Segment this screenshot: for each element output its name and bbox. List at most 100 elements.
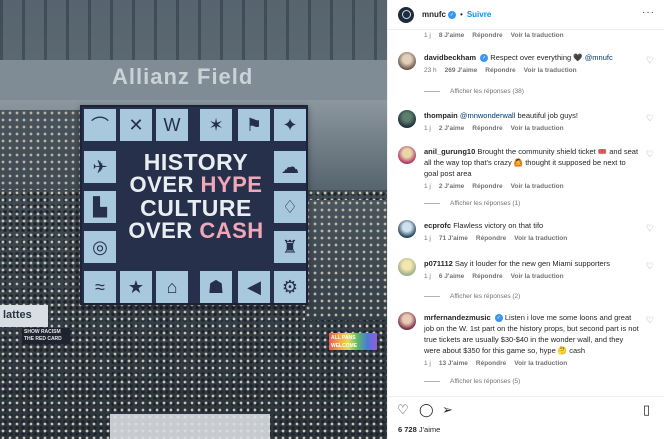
replies-line (424, 381, 440, 382)
reply-button[interactable]: Répondre (485, 67, 515, 74)
like-comment-heart-icon[interactable]: ♡ (646, 149, 654, 160)
reply-button[interactable]: Répondre (476, 235, 506, 242)
pride-sign: ALL PANS WELCOME (329, 333, 377, 350)
verified-badge-icon: ✓ (448, 10, 456, 19)
like-comment-heart-icon[interactable]: ♡ (646, 55, 654, 66)
commenter-username[interactable]: davidbeckham (424, 53, 476, 62)
commenter-username[interactable]: mrfernandezmusic (424, 313, 491, 322)
account-username[interactable]: mnufc (422, 10, 446, 19)
commenter-avatar[interactable] (398, 312, 416, 330)
more-options-icon[interactable]: ··· (642, 8, 655, 18)
reply-button[interactable]: Répondre (476, 360, 506, 367)
view-replies-link[interactable]: Afficher les réponses (2) (424, 293, 520, 300)
comment-likes[interactable]: 6 J'aime (439, 273, 464, 280)
comment-meta: 1 j 6 J'aime Répondre Voir la traduction (424, 273, 656, 280)
ring-tile: ◎ (84, 231, 116, 263)
comments-panel: mnufc ✓ • Suivre ··· 1 j 8 J'aime Répond… (387, 0, 664, 439)
comment-meta: 1 j 13 J'aime Répondre Voir la traductio… (424, 360, 656, 367)
crowd-right (305, 200, 387, 320)
cloud-tile: ☁ (274, 151, 306, 183)
comment-item: mrfernandezmusic ✓ Listen i love me some… (398, 312, 656, 367)
view-replies-link[interactable]: Afficher les réponses (38) (424, 88, 524, 95)
comments-list[interactable]: 1 j 8 J'aime Répondre Voir la traduction… (388, 30, 664, 388)
comment-text: davidbeckham ✓ Respect over everything 🖤… (424, 52, 640, 63)
comment-likes[interactable]: 2 J'aime (439, 125, 464, 132)
commenter-avatar[interactable] (398, 110, 416, 128)
commenter-avatar[interactable] (398, 52, 416, 70)
replies-line (424, 296, 440, 297)
post-photo: Allianz Field ⌒ ✕ W ✶ ⚑ ✦ ✈ ☁ ▙ ♢ ◎ ♜ ≈ … (0, 0, 387, 439)
verified-badge-icon: ✓ (494, 314, 503, 323)
comment-age: 1 j (424, 235, 431, 242)
translate-link[interactable]: Voir la traduction (524, 67, 577, 74)
commenter-avatar[interactable] (398, 258, 416, 276)
tifo-over-1: OVER (129, 172, 201, 198)
tifo-cash: CASH (199, 218, 264, 244)
comment-likes[interactable]: 13 J'aime (439, 360, 468, 367)
trophy-tile: ♜ (274, 231, 306, 263)
like-comment-heart-icon[interactable]: ♡ (646, 261, 654, 272)
tifo-history: HISTORY (143, 149, 249, 175)
reply-button[interactable]: Répondre (472, 32, 502, 39)
comment-body: Say it louder for the new gen Miami supp… (454, 259, 610, 268)
commenter-avatar[interactable] (398, 146, 416, 164)
view-replies-link[interactable]: Afficher les réponses (1) (424, 200, 520, 207)
star-ribbon-tile: ★ (120, 271, 152, 303)
post-viewer: Allianz Field ⌒ ✕ W ✶ ⚑ ✦ ✈ ☁ ▙ ♢ ◎ ♜ ≈ … (0, 0, 664, 439)
comment-age: 23 h (424, 67, 437, 74)
replies-line (424, 203, 440, 204)
comment-meta: 1 j 2 J'aime Répondre Voir la traduction (424, 183, 656, 190)
comment-likes[interactable]: 71 J'aime (439, 235, 468, 242)
separator-dot: • (460, 10, 463, 19)
ad-sign: lattes (0, 305, 48, 327)
translate-link[interactable]: Voir la traduction (511, 183, 564, 190)
like-count-number: 6 728 (398, 425, 417, 434)
translate-link[interactable]: Voir la traduction (511, 273, 564, 280)
racism-sign: SHOW RACISM THE RED CARD (22, 328, 70, 344)
commenter-username[interactable]: anil_gurung10 (424, 147, 475, 156)
translate-link[interactable]: Voir la traduction (511, 32, 564, 39)
comment-age: 1 j (424, 183, 431, 190)
mention-link[interactable]: @mnufc (585, 53, 613, 62)
state-tile: ▙ (84, 191, 116, 223)
like-comment-heart-icon[interactable]: ♡ (646, 113, 654, 124)
like-comment-heart-icon[interactable]: ♡ (646, 223, 654, 234)
follow-button[interactable]: Suivre (467, 10, 491, 19)
comment-text: p071112 Say it louder for the new gen Mi… (424, 258, 640, 269)
reply-button[interactable]: Répondre (472, 183, 502, 190)
reply-button[interactable]: Répondre (472, 125, 502, 132)
comment-icon[interactable]: ◯ (419, 403, 434, 417)
commenter-username[interactable]: p071112 (424, 259, 453, 268)
comment-likes[interactable]: 2 J'aime (439, 183, 464, 190)
account-avatar[interactable] (398, 6, 414, 23)
translate-link[interactable]: Voir la traduction (514, 235, 567, 242)
commenter-username[interactable]: thompain (424, 111, 458, 120)
comment-text: ecprofc Flawless victory on that tifo (424, 220, 640, 231)
like-comment-heart-icon[interactable]: ♡ (646, 315, 654, 326)
like-count-label: J'aime (416, 425, 441, 434)
comment-likes[interactable]: 269 J'aime (445, 67, 478, 74)
comment-body: Flawless victory on that tifo (453, 221, 544, 230)
mention-link[interactable]: @mnwonderwall (460, 111, 516, 120)
replies-line (424, 91, 440, 92)
commenter-username[interactable]: ecprofc (424, 221, 451, 230)
crossed-sticks-tile: ✕ (120, 109, 152, 141)
comment-likes[interactable]: 8 J'aime (439, 32, 464, 39)
view-replies-link[interactable]: Afficher les réponses (5) (424, 378, 520, 385)
compass-tile: ✦ (274, 109, 306, 141)
translate-link[interactable]: Voir la traduction (514, 360, 567, 367)
tifo-banner: ⌒ ✕ W ✶ ⚑ ✦ ✈ ☁ ▙ ♢ ◎ ♜ ≈ ★ ⌂ ☗ ◀ ⚙ HIST… (80, 105, 308, 305)
comment-text: anil_gurung10 Brought the community shie… (424, 146, 640, 179)
translate-link[interactable]: Voir la traduction (511, 125, 564, 132)
tifo-culture: CULTURE (140, 194, 252, 221)
grey-sign (110, 414, 270, 439)
reply-button[interactable]: Répondre (472, 273, 502, 280)
comment-body: beautiful job guys! (515, 111, 578, 120)
helmet-tile: ☗ (200, 271, 232, 303)
share-icon[interactable]: ➢ (442, 403, 453, 417)
commenter-avatar[interactable] (398, 220, 416, 238)
comment-item: ecprofc Flawless victory on that tifo 1 … (398, 220, 656, 242)
heart-icon[interactable]: ♡ (397, 403, 409, 417)
post-like-count[interactable]: 6 728 J'aime (398, 425, 440, 434)
bookmark-icon[interactable]: ▯ (643, 403, 650, 417)
